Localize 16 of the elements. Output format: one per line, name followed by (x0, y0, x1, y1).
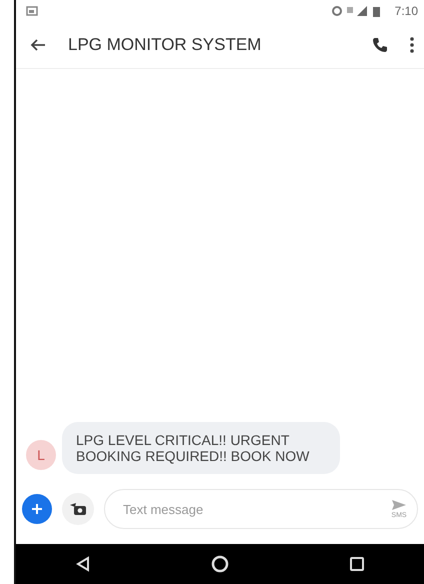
contact-avatar: L (26, 440, 56, 470)
status-time: 7:10 (394, 4, 418, 18)
camera-icon (69, 502, 87, 516)
camera-gallery-button[interactable] (62, 493, 94, 525)
message-bubble: LPG LEVEL CRITICAL!! URGENT BOOKING REQUIRED!! BOOK NOW (62, 422, 340, 474)
home-nav-icon[interactable] (210, 555, 229, 573)
plus-icon (31, 503, 43, 515)
conversation-title: LPG MONITOR SYSTEM (68, 35, 262, 55)
more-options-icon[interactable] (410, 37, 414, 53)
back-nav-icon[interactable] (76, 556, 90, 572)
phone-icon[interactable] (372, 37, 388, 53)
recents-nav-icon[interactable] (350, 557, 364, 571)
notification-icon (26, 6, 38, 16)
back-arrow-icon[interactable] (30, 38, 46, 52)
add-button[interactable] (22, 494, 52, 524)
send-icon (391, 499, 407, 511)
